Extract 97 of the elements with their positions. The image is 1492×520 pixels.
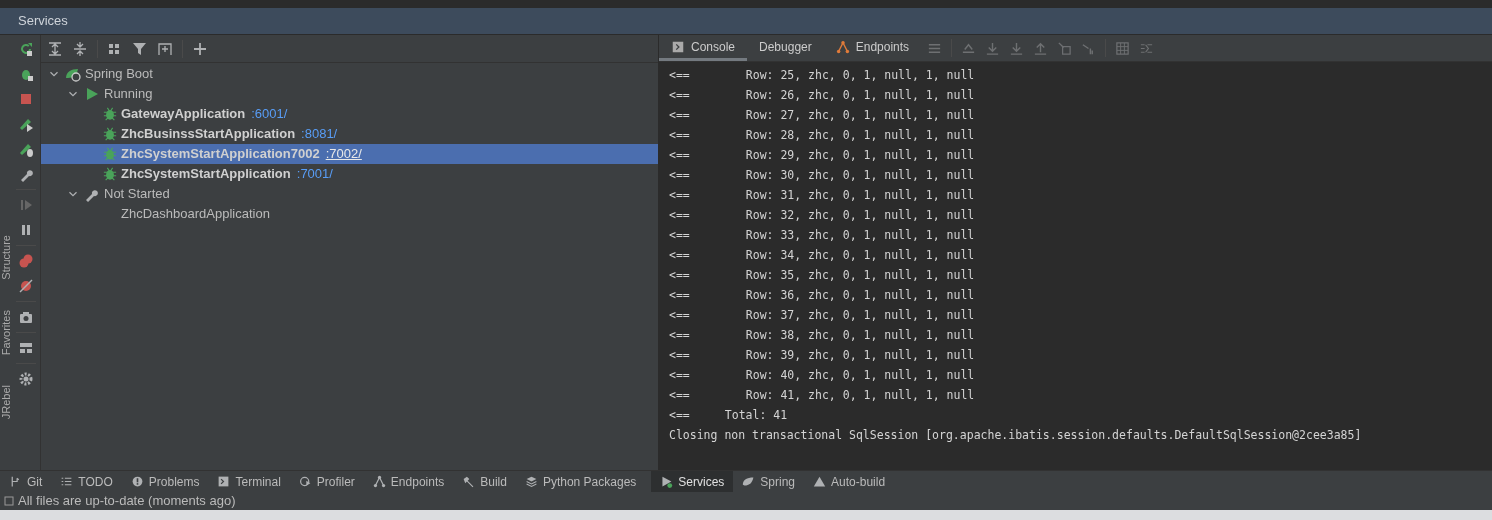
add-icon[interactable] [192, 40, 208, 57]
expand-all-icon[interactable] [47, 40, 63, 57]
git-icon [9, 475, 22, 488]
filter-icon[interactable] [132, 40, 148, 57]
endpoints-icon [372, 475, 386, 488]
console-output: Row: 33, zhc, 0, 1, null, 1, null [745, 227, 975, 245]
console-marker: <== [669, 67, 690, 85]
console-marker: <== [669, 187, 690, 205]
console-marker: <== [669, 387, 690, 405]
add-group-icon[interactable] [157, 40, 173, 57]
run-icon[interactable] [18, 116, 34, 132]
tree-label[interactable]: Not Started [104, 184, 170, 204]
console-marker: <== [669, 167, 690, 185]
console-output: Row: 38, zhc, 0, 1, null, 1, null [745, 327, 975, 345]
console-marker: <== [669, 107, 690, 125]
console-output: Row: 39, zhc, 0, 1, null, 1, null [745, 347, 975, 365]
tool-window-tab[interactable]: Python Packages [515, 470, 646, 493]
breakpoints-icon[interactable] [18, 253, 34, 269]
console-marker: <== [669, 347, 690, 365]
stop-icon[interactable] [18, 91, 34, 107]
status-text: All files are up-to-date (moments ago) [18, 492, 236, 511]
status-icon[interactable] [4, 496, 14, 506]
console-marker: <== [669, 307, 690, 325]
app-name[interactable]: ZhcDashboardApplication [121, 204, 270, 224]
console-output: Row: 27, zhc, 0, 1, null, 1, null [745, 107, 975, 125]
profiler-icon [298, 475, 312, 488]
console-output: Row: 34, zhc, 0, 1, null, 1, null [745, 247, 975, 265]
app-name[interactable]: ZhcBusinssStartApplication [121, 124, 296, 144]
collapse-all-icon[interactable] [72, 40, 88, 57]
run-icon [84, 86, 100, 102]
console-output: Row: 31, zhc, 0, 1, null, 1, null [745, 187, 975, 205]
console-output: Row: 29, zhc, 0, 1, null, 1, null [745, 147, 975, 165]
app-name[interactable]: GatewayApplication [121, 104, 246, 124]
app-name[interactable]: ZhcSystemStartApplication [121, 164, 291, 184]
console-marker: <== [669, 247, 690, 265]
hammer-icon [462, 475, 476, 488]
exclamation-icon [130, 475, 144, 488]
leaf-icon [742, 475, 756, 488]
layout-icon[interactable] [18, 340, 34, 356]
console-output: Row: 40, zhc, 0, 1, null, 1, null [745, 367, 975, 385]
tool-window-tab[interactable]: Terminal [208, 470, 290, 493]
mute-breakpoints-icon[interactable] [18, 278, 34, 294]
terminal-icon [217, 475, 231, 488]
console-marker: <== [669, 407, 690, 425]
side-tab[interactable]: Structure [0, 235, 12, 280]
console-icon [671, 39, 685, 54]
console-output: Row: 28, zhc, 0, 1, null, 1, null [745, 127, 975, 145]
spring-boot-icon [65, 66, 81, 82]
services-icon [660, 475, 674, 488]
side-tab[interactable]: JRebel [0, 384, 12, 420]
console-marker: <== [669, 87, 690, 105]
console-output: Row: 26, zhc, 0, 1, null, 1, null [745, 87, 975, 105]
tool-window-tab[interactable]: Services [651, 470, 734, 493]
tool-window-tab[interactable]: Profiler [289, 470, 364, 493]
tool-window-tab[interactable]: Auto-build [804, 470, 895, 493]
endpoints-icon [835, 39, 850, 54]
side-tab[interactable]: Favorites [0, 309, 12, 355]
port-link[interactable]: :7002/ [325, 144, 362, 164]
console-marker: <== [669, 227, 690, 245]
console-marker: <== [669, 147, 690, 165]
rerun-icon[interactable] [18, 41, 34, 57]
tool-window-tab[interactable]: Endpoints [363, 470, 454, 493]
list-icon [60, 475, 74, 488]
port-link[interactable]: :7001/ [296, 164, 333, 184]
settings-icon[interactable] [18, 371, 34, 387]
camera-icon[interactable] [18, 309, 34, 325]
console-output: Row: 30, zhc, 0, 1, null, 1, null [745, 167, 975, 185]
tree-label[interactable]: Running [104, 84, 153, 104]
tree-label[interactable]: Spring Boot [85, 64, 153, 84]
console-output: Row: 35, zhc, 0, 1, null, 1, null [745, 267, 975, 285]
app-name[interactable]: ZhcSystemStartApplication7002 [121, 144, 320, 164]
console-output: Row: 36, zhc, 0, 1, null, 1, null [745, 287, 975, 305]
console-marker: <== [669, 367, 690, 385]
layers-icon [524, 475, 538, 488]
tool-window-tab[interactable]: TODO [51, 470, 122, 493]
console-tab[interactable]: Debugger [747, 35, 824, 61]
panel-title: Services [18, 12, 68, 31]
tool-window-tab[interactable]: Spring [733, 470, 805, 493]
port-link[interactable]: :6001/ [251, 104, 288, 124]
console-marker: <== [669, 207, 690, 225]
port-link[interactable]: :8081/ [301, 124, 338, 144]
console-output: Row: 25, zhc, 0, 1, null, 1, null [745, 67, 975, 85]
console-log-line: Closing non transactional SqlSession [org.apache.ibatis.session.defaults.DefaultSqlSession@2cee3a85] [669, 427, 1362, 445]
console-output: Row: 41, zhc, 0, 1, null, 1, null [745, 387, 975, 405]
console-marker: <== [669, 327, 690, 345]
console-marker: <== [669, 267, 690, 285]
tool-window-tab[interactable]: Git [0, 470, 52, 493]
tool-window-tab[interactable]: Problems [121, 470, 209, 493]
warning-icon [813, 475, 827, 488]
console-output: Row: 32, zhc, 0, 1, null, 1, null [745, 207, 975, 225]
console-tab[interactable]: Endpoints [823, 35, 922, 61]
console-output: Total: 41 [724, 407, 788, 425]
console-output: Row: 37, zhc, 0, 1, null, 1, null [745, 307, 975, 325]
console-marker: <== [669, 287, 690, 305]
tool-window-tab[interactable]: Build [453, 470, 516, 493]
console-marker: <== [669, 127, 690, 145]
selected-row-highlight[interactable]: ZhcSystemStartApplication7002 :7002/ [41, 144, 658, 164]
